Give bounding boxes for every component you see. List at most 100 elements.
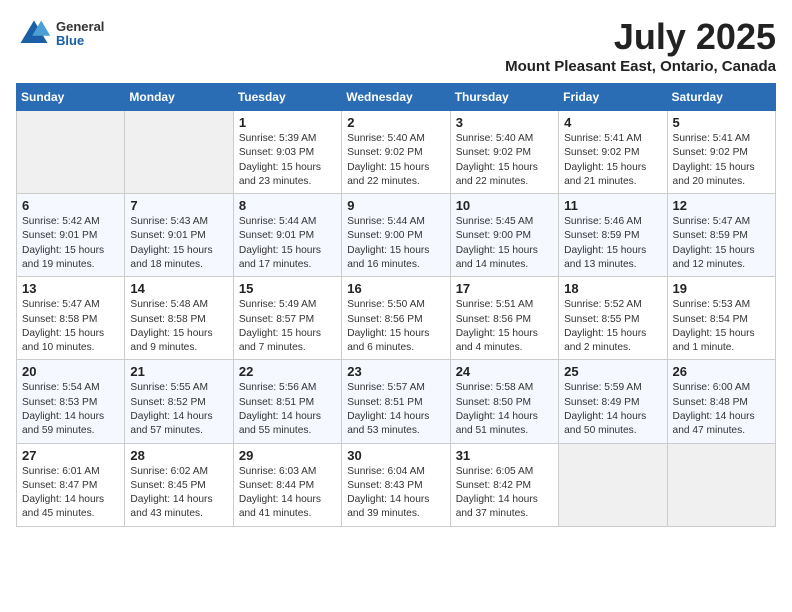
day-info: Sunrise: 5:50 AMSunset: 8:56 PMDaylight:…: [347, 298, 444, 355]
calendar-cell: 28 Sunrise: 6:02 AMSunset: 8:45 PMDayligh…: [125, 443, 233, 526]
day-number: 26: [673, 364, 770, 379]
day-info: Sunrise: 5:55 AMSunset: 8:52 PMDaylight:…: [130, 381, 227, 438]
calendar-cell: 16 Sunrise: 5:50 AMSunset: 8:56 PMDayligh…: [342, 277, 450, 360]
day-info: Sunrise: 5:41 AMSunset: 9:02 PMDaylight:…: [564, 132, 661, 189]
day-number: 12: [673, 198, 770, 213]
calendar-cell: [559, 443, 667, 526]
day-number: 2: [347, 115, 444, 130]
day-number: 18: [564, 281, 661, 296]
calendar-cell: 7Sunrise: 5:43 AMSunset: 9:01 PMDaylight…: [125, 194, 233, 277]
calendar-cell: 12 Sunrise: 5:47 AMSunset: 8:59 PMDayligh…: [667, 194, 775, 277]
calendar-cell: 22 Sunrise: 5:56 AMSunset: 8:51 PMDayligh…: [233, 360, 341, 443]
day-info: Sunrise: 5:49 AMSunset: 8:57 PMDaylight:…: [239, 298, 336, 355]
weekday-header-thursday: Thursday: [450, 84, 558, 111]
calendar-cell: 11 Sunrise: 5:46 AMSunset: 8:59 PMDayligh…: [559, 194, 667, 277]
day-number: 3: [456, 115, 553, 130]
weekday-header-wednesday: Wednesday: [342, 84, 450, 111]
logo-general: General: [56, 20, 104, 34]
logo-icon: [16, 16, 52, 52]
logo-text: General Blue: [56, 20, 104, 49]
day-number: 30: [347, 448, 444, 463]
day-info: Sunrise: 5:44 AMSunset: 9:01 PMDaylight:…: [239, 215, 336, 272]
day-info: Sunrise: 5:52 AMSunset: 8:55 PMDaylight:…: [564, 298, 661, 355]
day-number: 28: [130, 448, 227, 463]
calendar-week-4: 20 Sunrise: 5:54 AMSunset: 8:53 PMDayligh…: [17, 360, 776, 443]
day-number: 22: [239, 364, 336, 379]
day-info: Sunrise: 6:02 AMSunset: 8:45 PMDaylight:…: [130, 465, 227, 522]
day-number: 11: [564, 198, 661, 213]
calendar-cell: 4 Sunrise: 5:41 AMSunset: 9:02 PMDaylight…: [559, 111, 667, 194]
day-info: Sunrise: 5:42 AMSunset: 9:01 PMDaylight:…: [22, 215, 119, 272]
calendar-week-3: 13 Sunrise: 5:47 AMSunset: 8:58 PMDayligh…: [17, 277, 776, 360]
day-number: 27: [22, 448, 119, 463]
day-info: Sunrise: 6:01 AMSunset: 8:47 PMDaylight:…: [22, 465, 119, 522]
day-number: 31: [456, 448, 553, 463]
day-info: Sunrise: 6:03 AMSunset: 8:44 PMDaylight:…: [239, 465, 336, 522]
calendar-cell: 9Sunrise: 5:44 AMSunset: 9:00 PMDaylight…: [342, 194, 450, 277]
day-info: Sunrise: 5:47 AMSunset: 8:58 PMDaylight:…: [22, 298, 119, 355]
day-info: Sunrise: 5:40 AMSunset: 9:02 PMDaylight:…: [456, 132, 553, 189]
calendar-cell: [17, 111, 125, 194]
calendar-cell: 2 Sunrise: 5:40 AMSunset: 9:02 PMDaylight…: [342, 111, 450, 194]
day-number: 24: [456, 364, 553, 379]
calendar-week-1: 1Sunrise: 5:39 AMSunset: 9:03 PMDaylight…: [17, 111, 776, 194]
calendar-table: SundayMondayTuesdayWednesdayThursdayFrid…: [16, 83, 776, 527]
calendar-cell: 19Sunrise: 5:53 AMSunset: 8:54 PMDayligh…: [667, 277, 775, 360]
day-info: Sunrise: 5:39 AMSunset: 9:03 PMDaylight:…: [239, 132, 336, 189]
calendar-cell: 23 Sunrise: 5:57 AMSunset: 8:51 PMDayligh…: [342, 360, 450, 443]
day-number: 10: [456, 198, 553, 213]
weekday-header-row: SundayMondayTuesdayWednesdayThursdayFrid…: [17, 84, 776, 111]
day-info: Sunrise: 5:57 AMSunset: 8:51 PMDaylight:…: [347, 381, 444, 438]
calendar-cell: 29Sunrise: 6:03 AMSunset: 8:44 PMDayligh…: [233, 443, 341, 526]
day-number: 19: [673, 281, 770, 296]
calendar-cell: 14Sunrise: 5:48 AMSunset: 8:58 PMDayligh…: [125, 277, 233, 360]
day-number: 13: [22, 281, 119, 296]
calendar-cell: 31Sunrise: 6:05 AMSunset: 8:42 PMDayligh…: [450, 443, 558, 526]
day-number: 23: [347, 364, 444, 379]
weekday-header-friday: Friday: [559, 84, 667, 111]
day-number: 20: [22, 364, 119, 379]
day-number: 5: [673, 115, 770, 130]
title-block: July 2025 Mount Pleasant East, Ontario, …: [505, 16, 776, 75]
day-info: Sunrise: 5:58 AMSunset: 8:50 PMDaylight:…: [456, 381, 553, 438]
day-info: Sunrise: 5:56 AMSunset: 8:51 PMDaylight:…: [239, 381, 336, 438]
logo: General Blue: [16, 16, 104, 52]
calendar-cell: 27 Sunrise: 6:01 AMSunset: 8:47 PMDayligh…: [17, 443, 125, 526]
calendar-cell: 30 Sunrise: 6:04 AMSunset: 8:43 PMDayligh…: [342, 443, 450, 526]
calendar-week-5: 27 Sunrise: 6:01 AMSunset: 8:47 PMDayligh…: [17, 443, 776, 526]
day-info: Sunrise: 6:04 AMSunset: 8:43 PMDaylight:…: [347, 465, 444, 522]
calendar-cell: 25 Sunrise: 5:59 AMSunset: 8:49 PMDayligh…: [559, 360, 667, 443]
day-number: 8: [239, 198, 336, 213]
subtitle: Mount Pleasant East, Ontario, Canada: [505, 58, 776, 75]
day-number: 4: [564, 115, 661, 130]
calendar-cell: 13 Sunrise: 5:47 AMSunset: 8:58 PMDayligh…: [17, 277, 125, 360]
day-info: Sunrise: 6:00 AMSunset: 8:48 PMDaylight:…: [673, 381, 770, 438]
calendar-cell: 18 Sunrise: 5:52 AMSunset: 8:55 PMDayligh…: [559, 277, 667, 360]
calendar-cell: 26 Sunrise: 6:00 AMSunset: 8:48 PMDayligh…: [667, 360, 775, 443]
weekday-header-tuesday: Tuesday: [233, 84, 341, 111]
main-title: July 2025: [505, 16, 776, 58]
calendar-cell: 20 Sunrise: 5:54 AMSunset: 8:53 PMDayligh…: [17, 360, 125, 443]
weekday-header-sunday: Sunday: [17, 84, 125, 111]
day-info: Sunrise: 5:54 AMSunset: 8:53 PMDaylight:…: [22, 381, 119, 438]
day-number: 17: [456, 281, 553, 296]
weekday-header-monday: Monday: [125, 84, 233, 111]
logo-blue: Blue: [56, 34, 104, 48]
calendar-cell: 8 Sunrise: 5:44 AMSunset: 9:01 PMDaylight…: [233, 194, 341, 277]
calendar-week-2: 6Sunrise: 5:42 AMSunset: 9:01 PMDaylight…: [17, 194, 776, 277]
day-number: 16: [347, 281, 444, 296]
day-number: 25: [564, 364, 661, 379]
day-info: Sunrise: 5:40 AMSunset: 9:02 PMDaylight:…: [347, 132, 444, 189]
day-info: Sunrise: 5:45 AMSunset: 9:00 PMDaylight:…: [456, 215, 553, 272]
calendar-cell: 15Sunrise: 5:49 AMSunset: 8:57 PMDayligh…: [233, 277, 341, 360]
day-number: 21: [130, 364, 227, 379]
day-number: 7: [130, 198, 227, 213]
day-info: Sunrise: 5:59 AMSunset: 8:49 PMDaylight:…: [564, 381, 661, 438]
calendar-cell: 24 Sunrise: 5:58 AMSunset: 8:50 PMDayligh…: [450, 360, 558, 443]
day-number: 14: [130, 281, 227, 296]
weekday-header-saturday: Saturday: [667, 84, 775, 111]
day-info: Sunrise: 5:47 AMSunset: 8:59 PMDaylight:…: [673, 215, 770, 272]
day-info: Sunrise: 5:46 AMSunset: 8:59 PMDaylight:…: [564, 215, 661, 272]
day-info: Sunrise: 5:51 AMSunset: 8:56 PMDaylight:…: [456, 298, 553, 355]
calendar-cell: 3 Sunrise: 5:40 AMSunset: 9:02 PMDaylight…: [450, 111, 558, 194]
